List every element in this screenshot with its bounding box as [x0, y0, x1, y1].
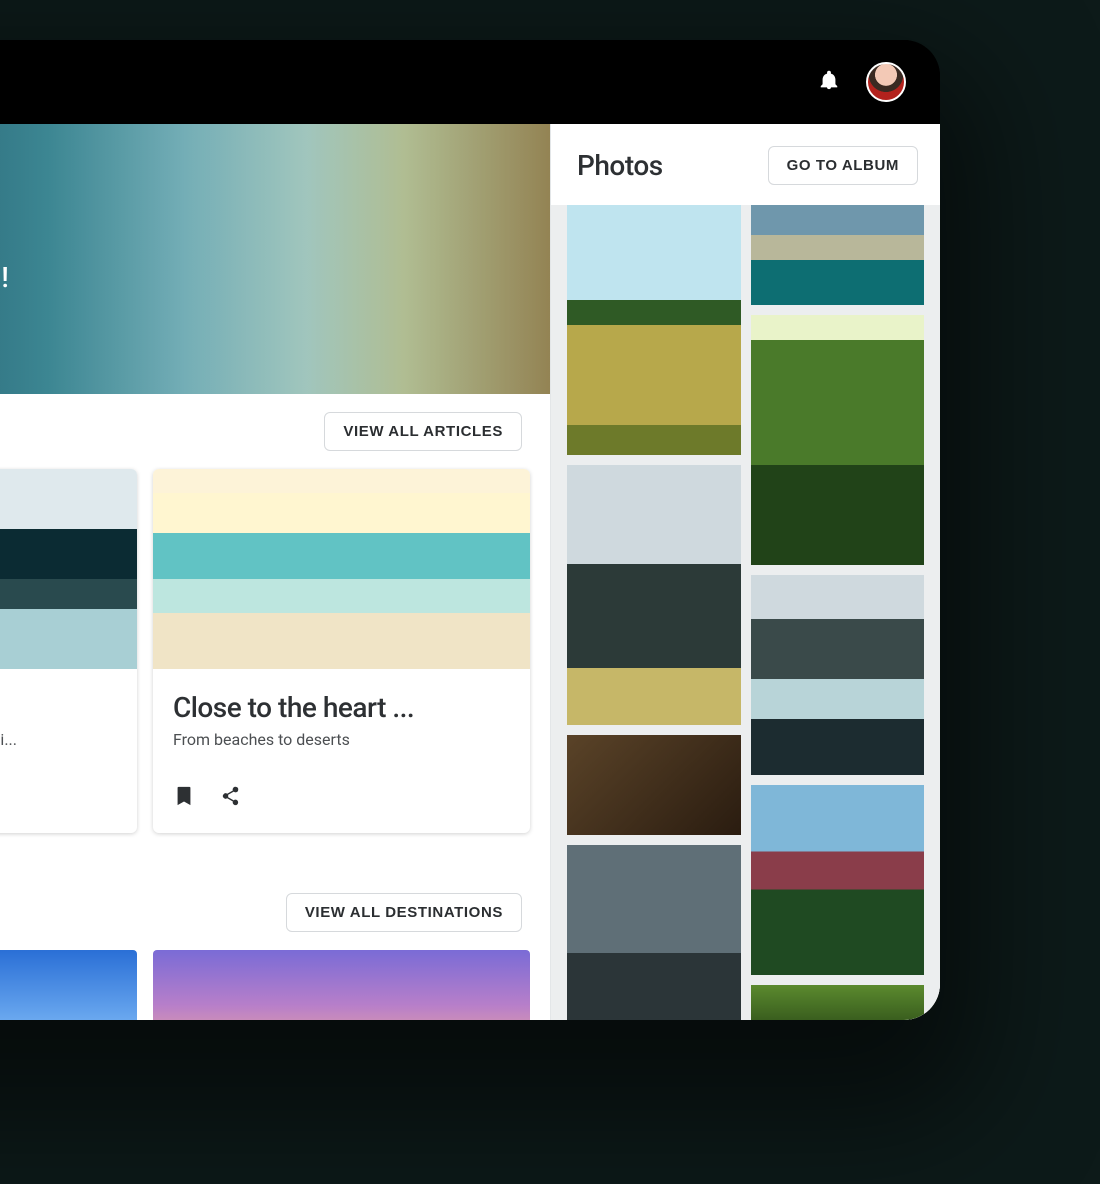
article-card[interactable]: East Europe 10 destinations with amazing…	[0, 469, 137, 833]
article-thumbnail	[153, 469, 530, 669]
article-title: Close to the heart ...	[173, 691, 510, 724]
hero-banner: ! We've searched gs - special for you!	[0, 124, 550, 394]
article-subtitle: From beaches to deserts	[173, 730, 510, 749]
photo-thumbnail[interactable]	[567, 465, 741, 725]
photo-thumbnail[interactable]	[751, 315, 925, 565]
photo-thumbnail[interactable]	[567, 735, 741, 835]
article-thumbnail	[0, 469, 137, 669]
sidebar-header: Photos GO TO ALBUM	[551, 124, 940, 205]
share-icon[interactable]	[219, 785, 241, 811]
article-card[interactable]: Close to the heart ... From beaches to d…	[153, 469, 530, 833]
article-cards-row: East Europe 10 destinations with amazing…	[0, 469, 550, 833]
hero-text-line-1: ! We've searched	[0, 221, 550, 259]
photo-thumbnail[interactable]	[751, 985, 925, 1020]
destination-cards-row	[0, 950, 550, 1020]
photos-sidebar: Photos GO TO ALBUM	[550, 124, 940, 1020]
photo-thumbnail[interactable]	[567, 205, 741, 455]
photo-thumbnail[interactable]	[567, 845, 741, 1020]
photo-grid	[551, 205, 940, 1020]
view-all-destinations-button[interactable]: VIEW ALL DESTINATIONS	[286, 893, 522, 932]
article-title: East Europe	[0, 691, 117, 724]
articles-actions: VIEW ALL ARTICLES	[0, 394, 550, 469]
content-area: ! We've searched gs - special for you! V…	[0, 124, 940, 1020]
device-frame: ! We've searched gs - special for you! V…	[0, 40, 940, 1020]
destinations-actions: VIEW ALL DESTINATIONS	[0, 833, 550, 950]
go-to-album-button[interactable]: GO TO ALBUM	[768, 146, 918, 185]
sidebar-title: Photos	[577, 149, 663, 182]
avatar[interactable]	[866, 62, 906, 102]
photo-thumbnail[interactable]	[751, 205, 925, 305]
destination-thumbnail[interactable]	[153, 950, 530, 1020]
hero-text-line-2: gs - special for you!	[0, 259, 550, 297]
destination-thumbnail[interactable]	[0, 950, 137, 1020]
view-all-articles-button[interactable]: VIEW ALL ARTICLES	[324, 412, 522, 451]
article-subtitle: 10 destinations with amazing vi...	[0, 730, 117, 749]
notifications-icon[interactable]	[818, 69, 840, 95]
photo-thumbnail[interactable]	[751, 785, 925, 975]
bookmark-icon[interactable]	[173, 785, 195, 811]
photo-thumbnail[interactable]	[751, 575, 925, 775]
top-bar	[0, 40, 940, 124]
main-column: ! We've searched gs - special for you! V…	[0, 124, 550, 1020]
